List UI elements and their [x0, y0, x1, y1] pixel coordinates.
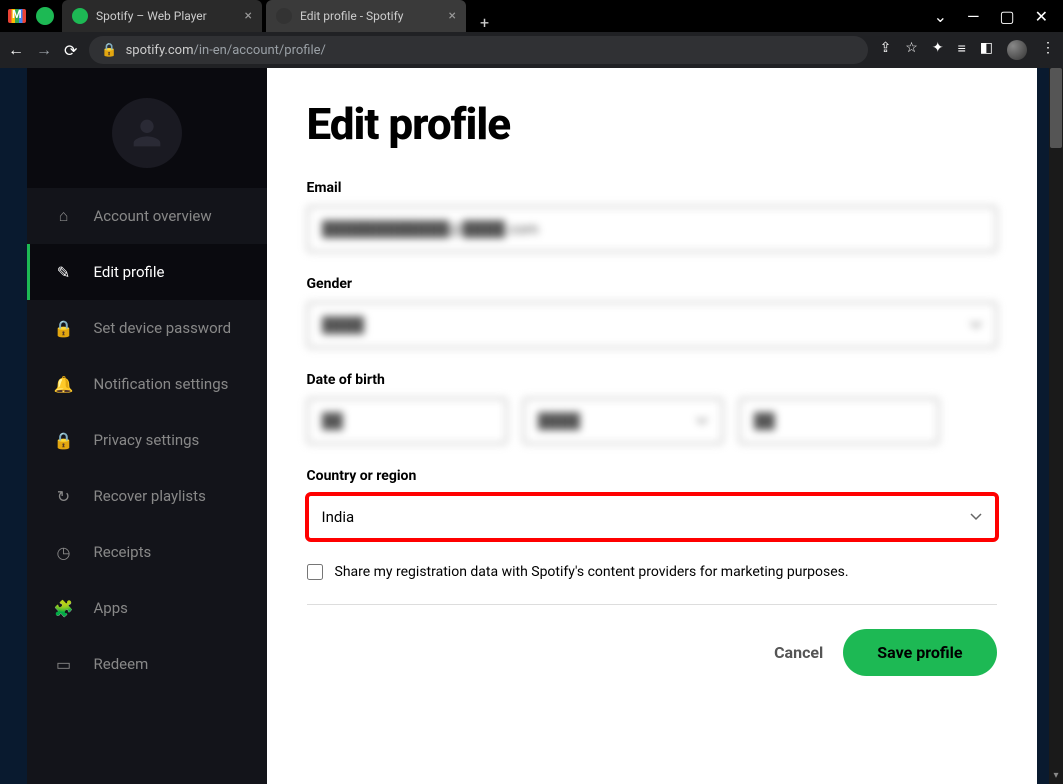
dob-month-select[interactable]: ████: [523, 398, 723, 444]
sidebar-item-recover-playlists[interactable]: ↻ Recover playlists: [27, 468, 267, 524]
gender-select[interactable]: ████: [307, 302, 997, 348]
gmail-icon[interactable]: [8, 9, 26, 23]
pinned-tabs: [0, 0, 62, 32]
avatar-placeholder-icon: [112, 98, 182, 168]
scrollbar[interactable]: ▾: [1049, 68, 1063, 784]
country-highlight: India: [307, 494, 997, 540]
maximize-icon[interactable]: ▢: [999, 7, 1014, 26]
browser-titlebar: Spotify – Web Player × Edit profile - Sp…: [0, 0, 1063, 32]
home-icon: ⌂: [54, 206, 74, 226]
url-field[interactable]: 🔒 spotify.com/in-en/account/profile/: [89, 36, 867, 64]
close-icon[interactable]: ✕: [1035, 7, 1048, 26]
gender-label: Gender: [307, 276, 997, 292]
star-icon[interactable]: ☆: [905, 40, 918, 60]
page-background: ⌂ Account overview ✎ Edit profile 🔒 Set …: [0, 68, 1063, 784]
share-data-row: Share my registration data with Spotify'…: [307, 564, 997, 605]
page-title: Edit profile: [307, 98, 997, 150]
sidebar-item-label: Privacy settings: [94, 431, 200, 449]
share-data-checkbox[interactable]: [307, 564, 323, 580]
sidebar-item-edit-profile[interactable]: ✎ Edit profile: [27, 244, 267, 300]
menu-icon[interactable]: ⋮: [1041, 40, 1055, 60]
close-icon[interactable]: ×: [245, 8, 252, 24]
cancel-button[interactable]: Cancel: [774, 643, 823, 662]
forward-button[interactable]: →: [36, 40, 52, 60]
country-select[interactable]: India: [307, 494, 997, 540]
country-label: Country or region: [307, 468, 997, 484]
sidebar-item-label: Notification settings: [94, 375, 229, 393]
tabs-area: Spotify – Web Player × Edit profile - Sp…: [0, 0, 499, 32]
scrollbar-thumb[interactable]: [1050, 68, 1062, 148]
sidebar-item-label: Edit profile: [94, 263, 165, 281]
sidebar-item-privacy-settings[interactable]: 🔒 Privacy settings: [27, 412, 267, 468]
lock-icon: 🔒: [54, 319, 74, 338]
sidebar-item-account-overview[interactable]: ⌂ Account overview: [27, 188, 267, 244]
card-icon: ▭: [54, 655, 74, 674]
url-host: spotify.com: [126, 43, 194, 58]
sidebar-item-label: Account overview: [94, 207, 212, 225]
clock-icon: ◷: [54, 543, 74, 562]
playlist-icon[interactable]: ≡: [958, 40, 966, 60]
puzzle-icon: 🧩: [54, 599, 74, 618]
tab-spotify-player[interactable]: Spotify – Web Player ×: [62, 0, 262, 32]
spotify-icon: [276, 8, 292, 24]
close-icon[interactable]: ×: [449, 8, 456, 24]
share-icon[interactable]: ⇪: [880, 40, 892, 60]
sidebar-item-set-device-password[interactable]: 🔒 Set device password: [27, 300, 267, 356]
sidepanel-icon[interactable]: ◧: [980, 40, 993, 60]
sidebar-item-apps[interactable]: 🧩 Apps: [27, 580, 267, 636]
button-row: Cancel Save profile: [307, 629, 997, 676]
toolbar-icons: ⇪ ☆ ✦ ≡ ◧ ⋮: [880, 40, 1055, 60]
lock-icon: 🔒: [101, 43, 117, 58]
avatar-box: [27, 68, 267, 188]
email-label: Email: [307, 180, 997, 196]
sidebar-item-label: Recover playlists: [94, 487, 206, 505]
dob-year-input[interactable]: [739, 398, 939, 444]
dob-label: Date of birth: [307, 372, 997, 388]
pinned-tab-icon[interactable]: [36, 7, 54, 25]
dob-day-input[interactable]: [307, 398, 507, 444]
scroll-down-icon[interactable]: ▾: [1049, 770, 1063, 784]
save-button[interactable]: Save profile: [843, 629, 996, 676]
refresh-icon: ↻: [54, 487, 74, 506]
sidebar-item-label: Apps: [94, 599, 128, 617]
tab-title: Edit profile - Spotify: [300, 9, 403, 23]
tab-title: Spotify – Web Player: [96, 9, 207, 23]
sidebar-item-label: Redeem: [94, 655, 149, 673]
dob-row: ████: [307, 398, 997, 444]
sidebar-item-receipts[interactable]: ◷ Receipts: [27, 524, 267, 580]
sidebar-item-label: Receipts: [94, 543, 152, 561]
extensions-icon[interactable]: ✦: [932, 40, 944, 60]
page-container: ⌂ Account overview ✎ Edit profile 🔒 Set …: [27, 68, 1037, 784]
edit-icon: ✎: [54, 263, 74, 282]
window-controls: ⌄ — ▢ ✕: [919, 7, 1063, 26]
sidebar-item-redeem[interactable]: ▭ Redeem: [27, 636, 267, 692]
new-tab-button[interactable]: +: [470, 13, 499, 32]
url-path: /in-en/account/profile/: [193, 43, 325, 58]
sidebar-item-notification-settings[interactable]: 🔔 Notification settings: [27, 356, 267, 412]
bell-icon: 🔔: [54, 375, 74, 394]
reload-button[interactable]: ⟳: [64, 41, 77, 60]
email-input[interactable]: [307, 206, 997, 252]
profile-avatar-icon[interactable]: [1007, 40, 1027, 60]
sidebar: ⌂ Account overview ✎ Edit profile 🔒 Set …: [27, 68, 267, 784]
checkbox-label: Share my registration data with Spotify'…: [335, 564, 849, 580]
back-button[interactable]: ←: [8, 40, 24, 60]
sidebar-item-label: Set device password: [94, 319, 232, 337]
spotify-icon: [72, 8, 88, 24]
minimize-icon[interactable]: —: [967, 7, 980, 26]
tab-edit-profile[interactable]: Edit profile - Spotify ×: [266, 0, 466, 32]
main-content: Edit profile Email Gender ████ Date of b…: [267, 68, 1037, 784]
address-bar: ← → ⟳ 🔒 spotify.com/in-en/account/profil…: [0, 32, 1063, 68]
lock-icon: 🔒: [54, 431, 74, 450]
chevron-down-icon[interactable]: ⌄: [934, 7, 947, 26]
